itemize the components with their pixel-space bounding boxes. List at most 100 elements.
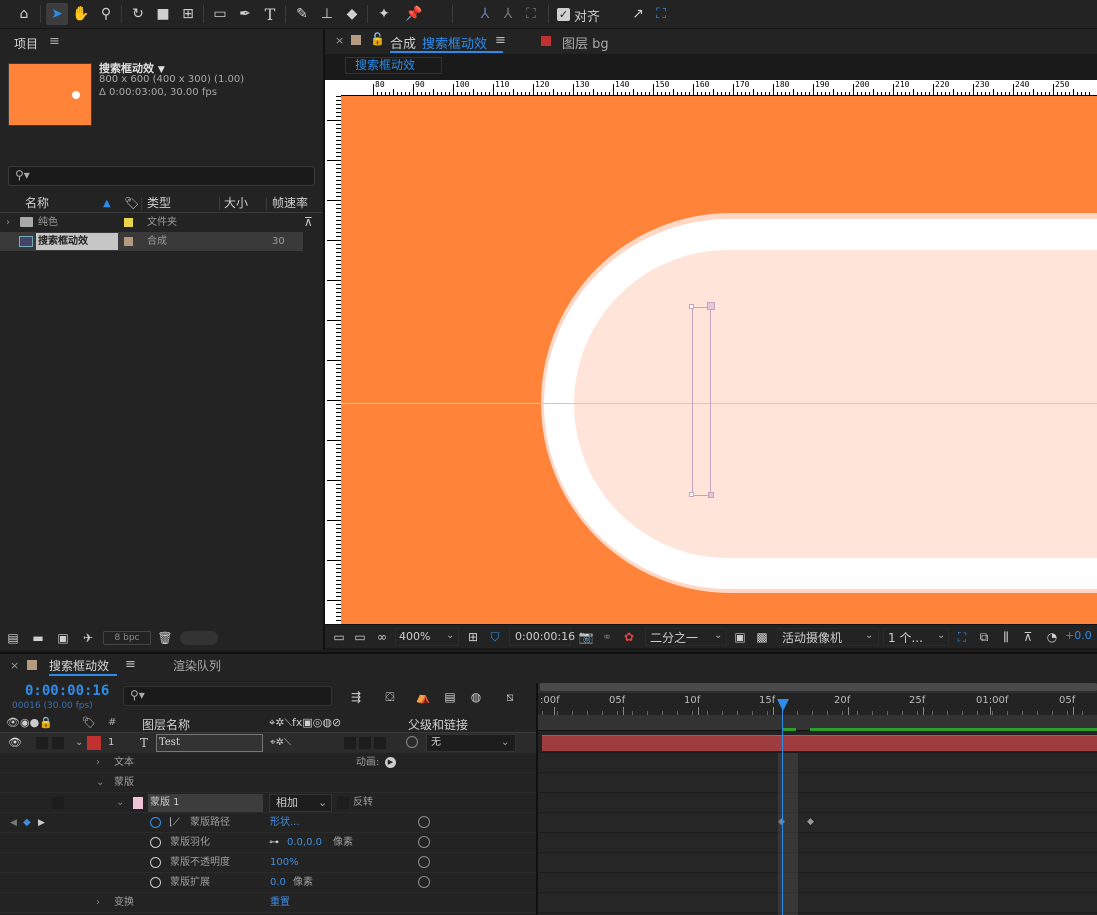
expression-spiral-icon[interactable] — [418, 836, 430, 848]
current-time-display[interactable]: 0:00:00:16 — [509, 628, 575, 646]
project-tab[interactable]: 项目 — [14, 35, 38, 52]
property-row-masks[interactable]: ⌄ 蒙版 — [0, 773, 536, 793]
timeline-current-time[interactable]: 0:00:00:16 — [25, 683, 109, 699]
local-axis-icon[interactable]: ⅄ — [474, 3, 496, 25]
zoom-dropdown[interactable]: 400% ⌄ — [395, 628, 459, 646]
mask-vertex-handle[interactable] — [689, 492, 694, 497]
hand-tool-icon[interactable]: ✋ — [70, 3, 92, 25]
eraser-tool-icon[interactable]: ◆ — [341, 3, 363, 25]
new-comp-icon[interactable]: ▣ — [54, 629, 72, 647]
parent-dropdown[interactable]: 无 ⌄ — [426, 734, 516, 752]
eye-icon[interactable]: 👁 — [8, 733, 22, 753]
reset-link[interactable]: 重置 — [270, 893, 290, 913]
selection-tool-icon[interactable]: ➤ — [46, 3, 68, 25]
camera-tool-icon[interactable]: ■ — [152, 3, 174, 25]
hierarchy-icon[interactable]: ⊼ — [304, 213, 313, 232]
switch-box[interactable] — [359, 737, 371, 749]
time-navigator[interactable] — [538, 715, 1097, 731]
frame-blending-icon[interactable]: ▤ — [440, 688, 460, 706]
expand-arrow-icon[interactable]: ⌄ — [116, 793, 124, 813]
comp-breadcrumb[interactable]: 搜索框动效 — [345, 57, 442, 74]
horizontal-guide[interactable] — [341, 403, 1097, 404]
link-icon[interactable]: ⊶ — [269, 833, 279, 853]
label-tag-icon[interactable]: 🏷 — [124, 194, 139, 213]
solo-switch[interactable] — [36, 737, 48, 749]
region-of-interest-icon[interactable]: ▣ — [731, 627, 749, 647]
ruler-top[interactable]: 80 90 100 110 120 130 140 150 160 170 180 190 200 210… — [341, 80, 1097, 96]
brush-tool-icon[interactable]: ✎ — [291, 3, 313, 25]
composition-canvas[interactable] — [341, 96, 1097, 624]
always-preview-icon[interactable]: ▭ — [330, 627, 348, 647]
mask-vertex-handle[interactable] — [708, 492, 714, 498]
expression-spiral-icon[interactable] — [418, 816, 430, 828]
next-keyframe-icon[interactable]: ▶ — [38, 813, 45, 833]
property-row-mask-opacity[interactable]: 蒙版不透明度 100% — [0, 853, 536, 873]
invert-checkbox[interactable] — [337, 797, 349, 809]
camera-dropdown[interactable]: 活动摄像机 ⌄ — [777, 628, 879, 646]
vr-goggles-icon[interactable]: ∞ — [373, 627, 391, 647]
rotate-tool-icon[interactable]: ↻ — [127, 3, 149, 25]
layer-duration-bar[interactable] — [542, 735, 1097, 751]
fast-previews-icon[interactable]: ⛶ — [953, 627, 971, 647]
lock-switch[interactable] — [52, 797, 64, 809]
layer-row[interactable]: 👁 ⌄ 1 T Test ⌖✲⟍ 无 ⌄ — [0, 733, 536, 753]
expression-spiral-icon[interactable] — [418, 856, 430, 868]
label-color-swatch[interactable] — [87, 736, 101, 750]
home-icon[interactable]: ⌂ — [13, 3, 35, 25]
col-name[interactable]: 名称 — [25, 194, 49, 213]
mask-name[interactable]: 蒙版 1 — [148, 794, 263, 812]
monitor-icon[interactable]: ▭ — [351, 627, 369, 647]
rectangle-tool-icon[interactable]: ▭ — [209, 3, 231, 25]
pickwhip-icon[interactable] — [406, 736, 418, 748]
list-item[interactable]: 搜索框动效 合成 30 — [0, 232, 303, 251]
layer-switch-icons[interactable]: ⌖✲⟍ — [270, 733, 291, 753]
snap-checkbox[interactable]: ✓ — [557, 8, 570, 21]
timeline-link-icon[interactable]: ⧉ — [975, 627, 993, 647]
thumbnail-slider[interactable] — [180, 631, 218, 645]
animate-menu-icon[interactable]: ▶ — [385, 757, 396, 768]
snap-options-icon[interactable]: ↗ — [627, 3, 649, 25]
current-time-indicator-line[interactable] — [782, 700, 783, 915]
expand-arrow-icon[interactable]: ⌄ — [96, 773, 104, 793]
world-axis-icon[interactable]: ⅄ — [497, 3, 519, 25]
tab-comp-prefix[interactable]: 合成 — [390, 33, 416, 52]
tab-layer[interactable]: 图层 bg — [562, 33, 609, 52]
mask-vertex-handle[interactable] — [689, 304, 694, 309]
graph-icon[interactable]: ⌊⟋ — [169, 813, 180, 833]
show-snapshot-icon[interactable]: ⚭ — [598, 627, 616, 647]
comp-nav-icon[interactable]: ⇶ — [346, 688, 366, 706]
sort-asc-icon[interactable]: ▲ — [103, 194, 111, 213]
property-row-mask-path[interactable]: ◀ ◆ ▶ ⌊⟋ 蒙版路径 形状... — [0, 813, 536, 833]
stopwatch-icon[interactable] — [150, 837, 161, 848]
type-tool-icon[interactable]: T — [259, 3, 281, 25]
puppet-pin-icon[interactable]: 📌 — [403, 3, 425, 25]
safe-margins-icon[interactable]: ⊞ — [464, 627, 482, 647]
lock-icon[interactable]: 🔓 — [370, 32, 385, 46]
mask-color-swatch[interactable] — [133, 797, 143, 809]
property-row-transform[interactable]: › 变换 重置 — [0, 893, 536, 913]
col-fps[interactable]: 帧速率 — [272, 194, 308, 213]
mask-path-outline[interactable] — [692, 307, 711, 496]
expand-arrow-icon[interactable]: › — [96, 753, 100, 773]
switch-box[interactable] — [374, 737, 386, 749]
property-row-mask-expansion[interactable]: 蒙版扩展 0.0 像素 — [0, 873, 536, 893]
transparency-grid-icon[interactable]: ▩ — [753, 627, 771, 647]
property-value[interactable]: 100% — [270, 853, 299, 873]
keyframe-diamond-icon[interactable]: ◆ — [23, 813, 31, 833]
expand-arrow-icon[interactable]: ⌄ — [75, 733, 83, 753]
col-parent[interactable]: 父级和链接 — [408, 716, 468, 733]
comp-flowchart-icon[interactable]: ⫼ — [997, 627, 1015, 647]
prev-keyframe-icon[interactable]: ◀ — [10, 813, 17, 833]
expand-arrow-icon[interactable]: › — [96, 893, 100, 913]
keyframe-diamond-icon[interactable]: ◆ — [807, 817, 814, 827]
stopwatch-icon[interactable] — [150, 877, 161, 888]
panel-menu-icon[interactable]: ≡ — [125, 657, 136, 672]
switch-box[interactable] — [344, 737, 356, 749]
interpret-footage-icon[interactable]: ▤ — [4, 629, 22, 647]
tab-timeline-comp[interactable]: 搜索框动效 — [49, 657, 109, 674]
render-icon[interactable]: ✈ — [79, 629, 97, 647]
pen-tool-icon[interactable]: ✒ — [234, 3, 256, 25]
mask-row[interactable]: ⌄ 蒙版 1 相加 ⌄ 反转 — [0, 793, 536, 813]
view-axis-icon[interactable]: ⛶ — [520, 3, 542, 25]
layer-name[interactable]: Test — [156, 734, 263, 752]
